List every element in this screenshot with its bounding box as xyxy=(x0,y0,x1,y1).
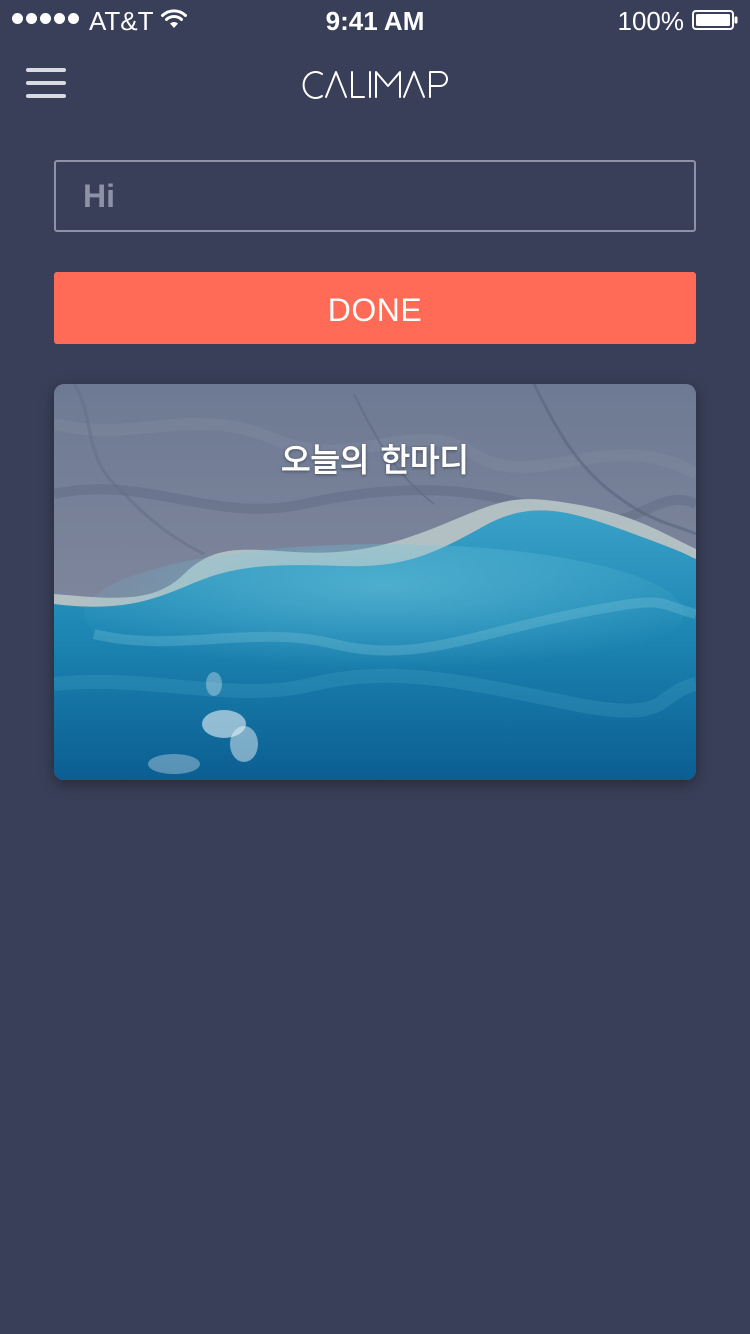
calimap-logo xyxy=(302,71,448,99)
message-input[interactable] xyxy=(56,162,694,230)
message-input-field[interactable] xyxy=(54,160,696,232)
card-title: 오늘의 한마디 xyxy=(281,441,469,479)
battery-percentage: 100% xyxy=(617,6,685,36)
quote-card[interactable]: 오늘의 한마디 xyxy=(54,384,696,780)
menu-button[interactable] xyxy=(26,68,66,100)
hamburger-menu-icon xyxy=(26,68,66,72)
done-button[interactable]: DONE xyxy=(54,272,696,344)
battery-icon xyxy=(692,10,738,30)
status-bar: AT&T 9:41 AM 100% xyxy=(0,0,750,40)
